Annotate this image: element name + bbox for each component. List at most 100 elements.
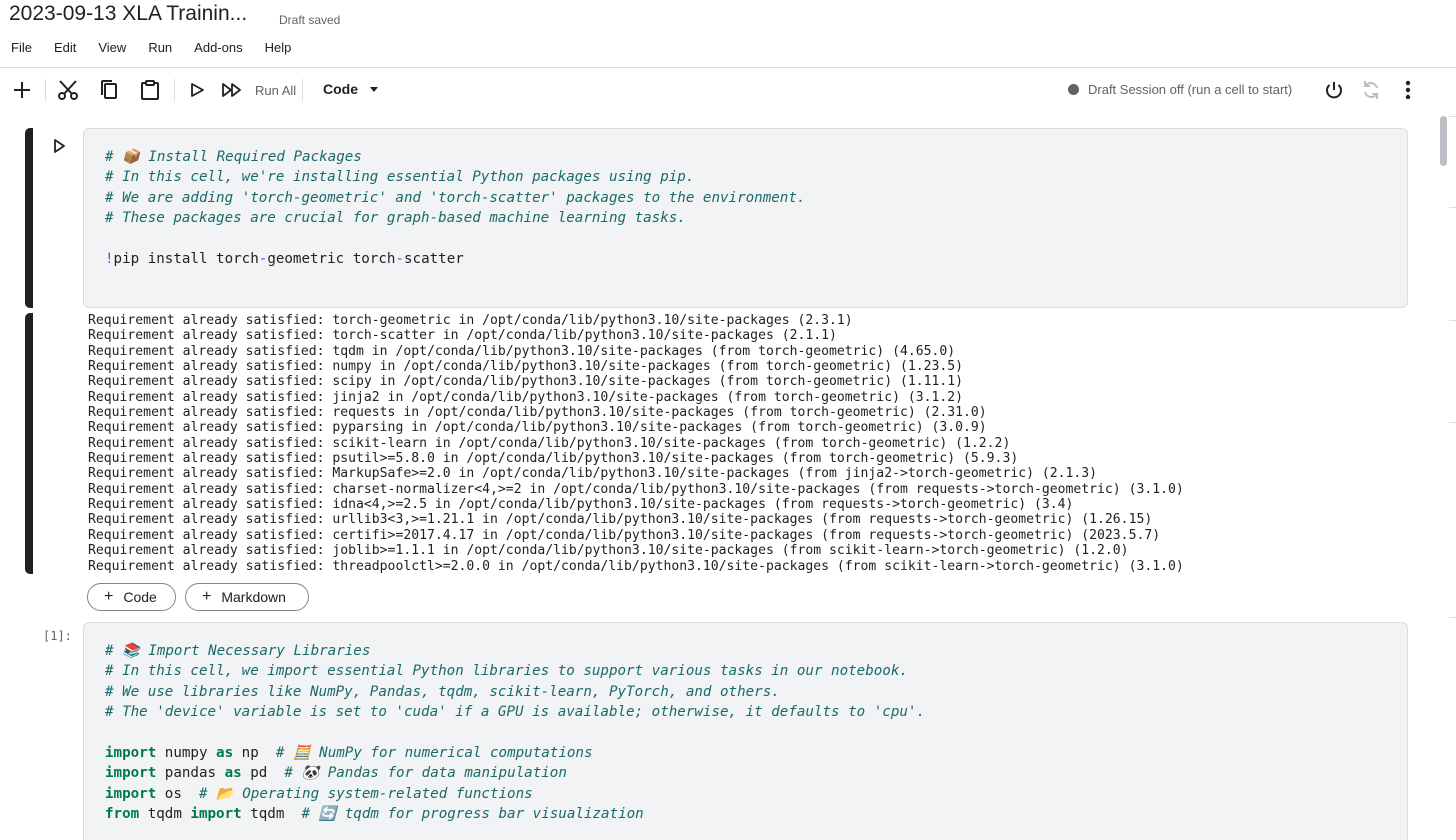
cell-selection-bar (25, 128, 33, 308)
menu-edit[interactable]: Edit (43, 40, 87, 55)
code-keyword: as (224, 765, 242, 782)
output-line: Requirement already satisfied: scipy in … (88, 374, 964, 390)
add-cell-button[interactable] (9, 77, 35, 103)
draft-status: Draft saved (279, 13, 341, 27)
code-text: tqdm (241, 806, 302, 823)
code-keyword: import (105, 785, 157, 802)
code-comment: # 🔄 tqdm for progress bar visualization (301, 806, 644, 823)
code-keyword: import (105, 745, 157, 762)
toolbar: Run All Code Draft Session off (run a ce… (0, 69, 1456, 111)
paste-button[interactable] (137, 77, 163, 103)
copy-button[interactable] (96, 77, 122, 103)
plus-icon: + (202, 588, 212, 605)
output-line: Requirement already satisfied: pyparsing… (88, 420, 987, 436)
output-line: Requirement already satisfied: tqdm in /… (88, 343, 956, 359)
output-selection-bar (25, 313, 33, 574)
paste-icon (141, 80, 159, 100)
notebook-scrollbar[interactable] (1437, 112, 1456, 840)
menu-view[interactable]: View (87, 40, 137, 55)
scroll-marker (1449, 320, 1456, 321)
menu-file[interactable]: File (0, 40, 43, 55)
output-line: Requirement already satisfied: urllib3<3… (88, 512, 1153, 528)
more-vert-icon (1405, 80, 1411, 100)
session-status[interactable]: Draft Session off (run a cell to start) (1068, 82, 1292, 97)
output-line: Requirement already satisfied: torch-geo… (88, 313, 853, 328)
code-cell-imports[interactable]: # 📚 Import Necessary Libraries # In this… (83, 622, 1408, 840)
code-text: pandas (156, 765, 225, 782)
menu-run[interactable]: Run (137, 40, 183, 55)
code-text: geometric torch (267, 251, 396, 268)
code-keyword: import (190, 806, 242, 823)
play-icon (54, 139, 65, 153)
power-icon (1326, 82, 1342, 99)
run-all-icon (222, 83, 241, 97)
cell-type-select[interactable]: Code (323, 81, 378, 97)
execution-count: [1]: (43, 629, 72, 643)
code-comment: # 🐼 Pandas for data manipulation (284, 765, 567, 782)
code-comment: # We are adding 'torch-geometric' and 't… (105, 189, 806, 206)
code-text: os (156, 785, 199, 802)
output-line: Requirement already satisfied: requests … (88, 405, 987, 421)
chevron-down-icon (370, 86, 378, 92)
cut-button[interactable] (55, 77, 81, 103)
more-options-button[interactable] (1395, 77, 1421, 103)
run-cell-button[interactable] (50, 137, 68, 155)
cell-type-value: Code (323, 81, 358, 97)
output-line: Requirement already satisfied: threadpoo… (88, 558, 1184, 574)
code-cell-install[interactable]: # 📦 Install Required Packages # In this … (83, 128, 1408, 308)
scroll-marker (1449, 116, 1456, 117)
code-editor[interactable]: # 📚 Import Necessary Libraries # In this… (105, 641, 925, 825)
cut-icon (58, 80, 78, 100)
output-line: Requirement already satisfied: idna<4,>=… (88, 497, 1074, 513)
code-comment: # 📚 Import Necessary Libraries (105, 643, 371, 659)
run-cell-button[interactable] (184, 77, 210, 103)
menu-add-ons[interactable]: Add-ons (183, 40, 253, 55)
code-text: scatter (403, 251, 464, 268)
session-status-dot-icon (1068, 84, 1079, 95)
add-markdown-cell-button[interactable]: + Markdown (185, 583, 309, 611)
code-text: tqdm (139, 806, 191, 823)
code-keyword: as (216, 745, 234, 762)
restart-button[interactable] (1358, 77, 1384, 103)
code-text: np (233, 745, 276, 762)
add-markdown-label: Markdown (221, 589, 286, 605)
header: 2023-09-13 XLA Trainin... Draft saved Fi… (0, 0, 1456, 68)
shell-bang: ! (105, 251, 114, 268)
output-line: Requirement already satisfied: numpy in … (88, 359, 964, 375)
output-line: Requirement already satisfied: joblib>=1… (88, 543, 1129, 559)
output-line: Requirement already satisfied: jinja2 in… (88, 389, 964, 405)
code-operator: - (395, 251, 404, 268)
notebook-area: # 📦 Install Required Packages # In this … (0, 112, 1440, 840)
menu-help[interactable]: Help (254, 40, 303, 55)
restart-icon (1364, 81, 1378, 99)
add-code-label: Code (123, 589, 157, 605)
power-button[interactable] (1321, 77, 1347, 103)
notebook-title[interactable]: 2023-09-13 XLA Trainin... (9, 2, 247, 26)
add-code-cell-button[interactable]: + Code (87, 583, 176, 611)
run-all-button[interactable] (219, 77, 245, 103)
output-line: Requirement already satisfied: MarkupSaf… (88, 466, 1098, 482)
plus-icon: + (104, 588, 114, 605)
output-line: Requirement already satisfied: charset-n… (88, 481, 1184, 497)
output-line: Requirement already satisfied: certifi>=… (88, 527, 1161, 543)
code-keyword: from (105, 806, 140, 823)
scroll-marker (1449, 207, 1456, 208)
output-line: Requirement already satisfied: scikit-le… (88, 435, 1011, 451)
code-text: pd (241, 765, 285, 782)
code-comment: # We use libraries like NumPy, Pandas, t… (105, 683, 780, 700)
code-editor[interactable]: # 📦 Install Required Packages # In this … (105, 147, 805, 269)
cell-output: Requirement already satisfied: torch-geo… (88, 313, 1184, 574)
toolbar-divider (45, 79, 46, 101)
code-comment: # In this cell, we're installing essenti… (105, 169, 695, 186)
menu-bar: File Edit View Run Add-ons Help (0, 40, 302, 55)
code-text: numpy (156, 745, 217, 762)
toolbar-divider (174, 79, 175, 101)
scroll-marker (1449, 617, 1456, 618)
toolbar-divider (302, 79, 303, 101)
run-all-label[interactable]: Run All (255, 83, 296, 98)
code-comment: # The 'device' variable is set to 'cuda'… (105, 704, 925, 721)
scrollbar-thumb[interactable] (1440, 116, 1447, 166)
code-comment: # 📦 Install Required Packages (105, 149, 362, 165)
scroll-marker (1449, 422, 1456, 423)
code-comment: # 📂 Operating system-related functions (198, 785, 533, 802)
